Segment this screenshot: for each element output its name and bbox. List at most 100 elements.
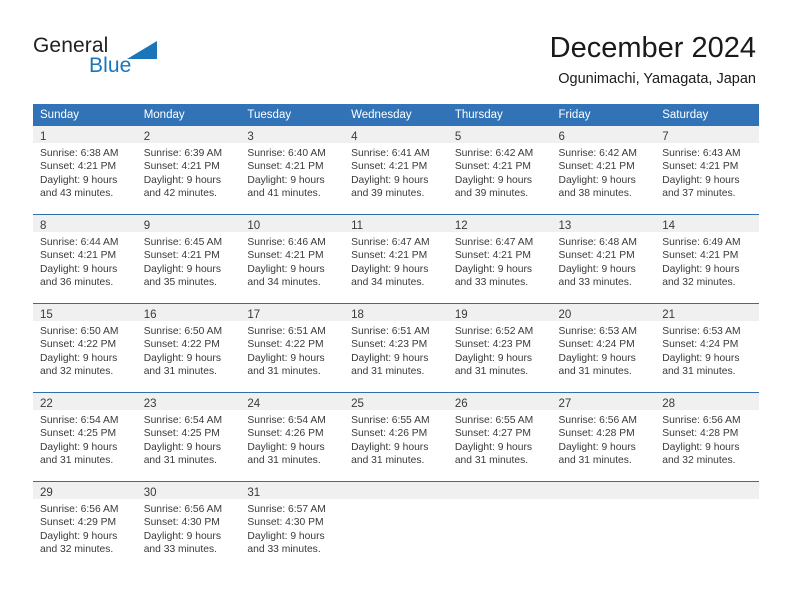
weekday-header-friday: Friday [551,104,656,126]
sunset-text: Sunset: 4:23 PM [351,339,428,351]
daylight-text-line1: Daylight: 9 hours [351,263,429,275]
sunrise-text: Sunrise: 6:56 AM [40,504,119,515]
sunrise-text: Sunrise: 6:50 AM [143,326,223,337]
sunrise-text: Sunrise: 6:55 AM [351,415,430,426]
calendar-week-row: 1 Sunrise: 6:38 AM Sunset: 4:21 PM Daylight… [33,126,759,215]
day-number: 20 [558,309,572,321]
sunrise-text: Sunrise: 6:40 AM [247,148,326,159]
day-number: 5 [454,131,462,143]
calendar-day-cell[interactable]: 12 Sunrise: 6:47 AM Sunset: 4:21 PM Dayligh… [447,214,552,304]
calendar-day-cell[interactable]: 27 Sunrise: 6:56 AM Sunset: 4:28 PM Dayligh… [551,392,656,482]
calendar-day-cell[interactable]: 13 Sunrise: 6:48 AM Sunset: 4:21 PM Dayligh… [551,214,656,304]
calendar-day-cell[interactable]: 9 Sunrise: 6:45 AM Sunset: 4:21 PM Daylight… [136,214,241,304]
sunset-text: Sunset: 4:26 PM [351,428,428,440]
daylight-text-line2: and 31 minutes. [143,366,217,378]
daylight-text-line1: Daylight: 9 hours [558,441,636,453]
sunset-text: Sunset: 4:21 PM [247,161,324,173]
daylight-text-line1: Daylight: 9 hours [454,441,533,453]
calendar-day-cell[interactable]: 17 Sunrise: 6:51 AM Sunset: 4:22 PM Dayligh… [240,303,345,393]
calendar-day-cell[interactable]: 16 Sunrise: 6:50 AM Sunset: 4:22 PM Dayligh… [136,303,241,393]
daylight-text-line1: Daylight: 9 hours [351,352,429,364]
daylight-text-line2: and 31 minutes. [454,455,529,467]
daylight-text-line1: Daylight: 9 hours [662,441,740,453]
calendar-day-cell-empty [551,481,656,570]
sunrise-text: Sunrise: 6:46 AM [247,237,326,248]
daylight-text-line1: Daylight: 9 hours [662,352,740,364]
page-subtitle: Ogunimachi, Yamagata, Japan [558,71,756,87]
calendar-day-cell-empty [447,481,552,570]
daylight-text-line1: Daylight: 9 hours [454,263,533,275]
daylight-text-line2: and 32 minutes. [40,366,114,378]
calendar-day-cell[interactable]: 7 Sunrise: 6:43 AM Sunset: 4:21 PM Daylight… [655,126,759,215]
calendar-day-cell[interactable]: 1 Sunrise: 6:38 AM Sunset: 4:21 PM Daylight… [33,126,137,215]
calendar-day-cell[interactable]: 28 Sunrise: 6:56 AM Sunset: 4:28 PM Dayligh… [655,392,759,482]
sunrise-text: Sunrise: 6:47 AM [351,237,430,248]
calendar-day-cell[interactable]: 24 Sunrise: 6:54 AM Sunset: 4:26 PM Dayligh… [240,392,345,482]
day-number: 22 [40,398,53,410]
sunset-text: Sunset: 4:23 PM [454,339,531,351]
daylight-text-line2: and 31 minutes. [247,366,321,378]
daylight-text-line2: and 43 minutes. [40,188,114,200]
sunrise-text: Sunrise: 6:48 AM [558,237,637,248]
calendar-day-cell[interactable]: 11 Sunrise: 6:47 AM Sunset: 4:21 PM Dayligh… [344,214,448,304]
calendar-day-cell[interactable]: 23 Sunrise: 6:54 AM Sunset: 4:25 PM Dayligh… [136,392,241,482]
sunset-text: Sunset: 4:21 PM [454,161,531,173]
sunset-text: Sunset: 4:21 PM [247,250,324,262]
daylight-text-line1: Daylight: 9 hours [351,174,429,186]
calendar-page: General Blue December 2024 Ogunimachi, Y… [0,0,792,612]
sunset-text: Sunset: 4:22 PM [40,339,117,351]
calendar-day-cell[interactable]: 14 Sunrise: 6:49 AM Sunset: 4:21 PM Dayligh… [655,214,759,304]
sunrise-text: Sunrise: 6:38 AM [40,148,119,159]
day-number: 24 [247,398,261,410]
daylight-text-line1: Daylight: 9 hours [662,174,740,186]
calendar-day-cell[interactable]: 15 Sunrise: 6:50 AM Sunset: 4:22 PM Dayligh… [33,303,137,393]
sunrise-text: Sunrise: 6:53 AM [662,326,741,337]
page-header: General Blue December 2024 Ogunimachi, Y… [0,0,792,100]
sunrise-text: Sunrise: 6:55 AM [454,415,534,426]
sunset-text: Sunset: 4:30 PM [247,517,324,529]
sunrise-text: Sunrise: 6:50 AM [40,326,119,337]
calendar-day-cell[interactable]: 19 Sunrise: 6:52 AM Sunset: 4:23 PM Dayligh… [447,303,552,393]
calendar-day-cell[interactable]: 8 Sunrise: 6:44 AM Sunset: 4:21 PM Daylight… [33,214,137,304]
daylight-text-line1: Daylight: 9 hours [143,352,221,364]
sunrise-text: Sunrise: 6:52 AM [454,326,534,337]
title-block: December 2024 Ogunimachi, Yamagata, Japa… [550,30,756,89]
sunset-text: Sunset: 4:21 PM [558,161,635,173]
day-number: 21 [662,309,676,321]
sunset-text: Sunset: 4:22 PM [247,339,324,351]
calendar-day-cell[interactable]: 6 Sunrise: 6:42 AM Sunset: 4:21 PM Daylight… [551,126,656,215]
sunset-text: Sunset: 4:26 PM [247,428,324,440]
calendar-day-cell[interactable]: 25 Sunrise: 6:55 AM Sunset: 4:26 PM Dayligh… [344,392,448,482]
day-number: 1 [40,131,47,143]
calendar-day-cell[interactable]: 31 Sunrise: 6:57 AM Sunset: 4:30 PM Dayligh… [240,481,345,570]
sunrise-text: Sunrise: 6:51 AM [351,326,430,337]
sunrise-text: Sunrise: 6:53 AM [558,326,637,337]
calendar-day-cell[interactable]: 4 Sunrise: 6:41 AM Sunset: 4:21 PM Daylight… [344,126,448,215]
calendar-body: 1 Sunrise: 6:38 AM Sunset: 4:21 PM Daylight… [33,126,759,570]
day-number: 27 [558,398,572,410]
calendar-day-cell[interactable]: 5 Sunrise: 6:42 AM Sunset: 4:21 PM Daylight… [447,126,552,215]
calendar-day-cell[interactable]: 26 Sunrise: 6:55 AM Sunset: 4:27 PM Dayligh… [447,392,552,482]
calendar-day-cell[interactable]: 3 Sunrise: 6:40 AM Sunset: 4:21 PM Daylight… [240,126,345,215]
calendar-day-cell-empty [344,481,448,570]
calendar-day-cell[interactable]: 18 Sunrise: 6:51 AM Sunset: 4:23 PM Dayligh… [344,303,448,393]
general-blue-logo[interactable]: General Blue [33,34,233,84]
daylight-text-line2: and 35 minutes. [143,277,217,289]
calendar-day-cell[interactable]: 20 Sunrise: 6:53 AM Sunset: 4:24 PM Dayligh… [551,303,656,393]
calendar-day-cell[interactable]: 30 Sunrise: 6:56 AM Sunset: 4:30 PM Dayligh… [136,481,241,570]
calendar-day-cell[interactable]: 29 Sunrise: 6:56 AM Sunset: 4:29 PM Dayligh… [33,481,137,570]
calendar-day-cell[interactable]: 2 Sunrise: 6:39 AM Sunset: 4:21 PM Daylight… [136,126,241,215]
day-number: 17 [247,309,261,321]
calendar-day-cell[interactable]: 10 Sunrise: 6:46 AM Sunset: 4:21 PM Dayligh… [240,214,345,304]
day-number: 19 [454,309,468,321]
sunrise-text: Sunrise: 6:57 AM [247,504,326,515]
calendar-day-cell[interactable]: 22 Sunrise: 6:54 AM Sunset: 4:25 PM Dayligh… [33,392,137,482]
daylight-text-line2: and 31 minutes. [558,455,632,467]
calendar-table: Sunday Monday Tuesday Wednesday Thursday… [33,104,759,570]
daylight-text-line2: and 31 minutes. [143,455,217,467]
day-number: 30 [143,487,157,499]
sunset-text: Sunset: 4:21 PM [351,250,428,262]
sunset-text: Sunset: 4:27 PM [454,428,531,440]
sunset-text: Sunset: 4:28 PM [558,428,635,440]
calendar-day-cell[interactable]: 21 Sunrise: 6:53 AM Sunset: 4:24 PM Dayligh… [655,303,759,393]
